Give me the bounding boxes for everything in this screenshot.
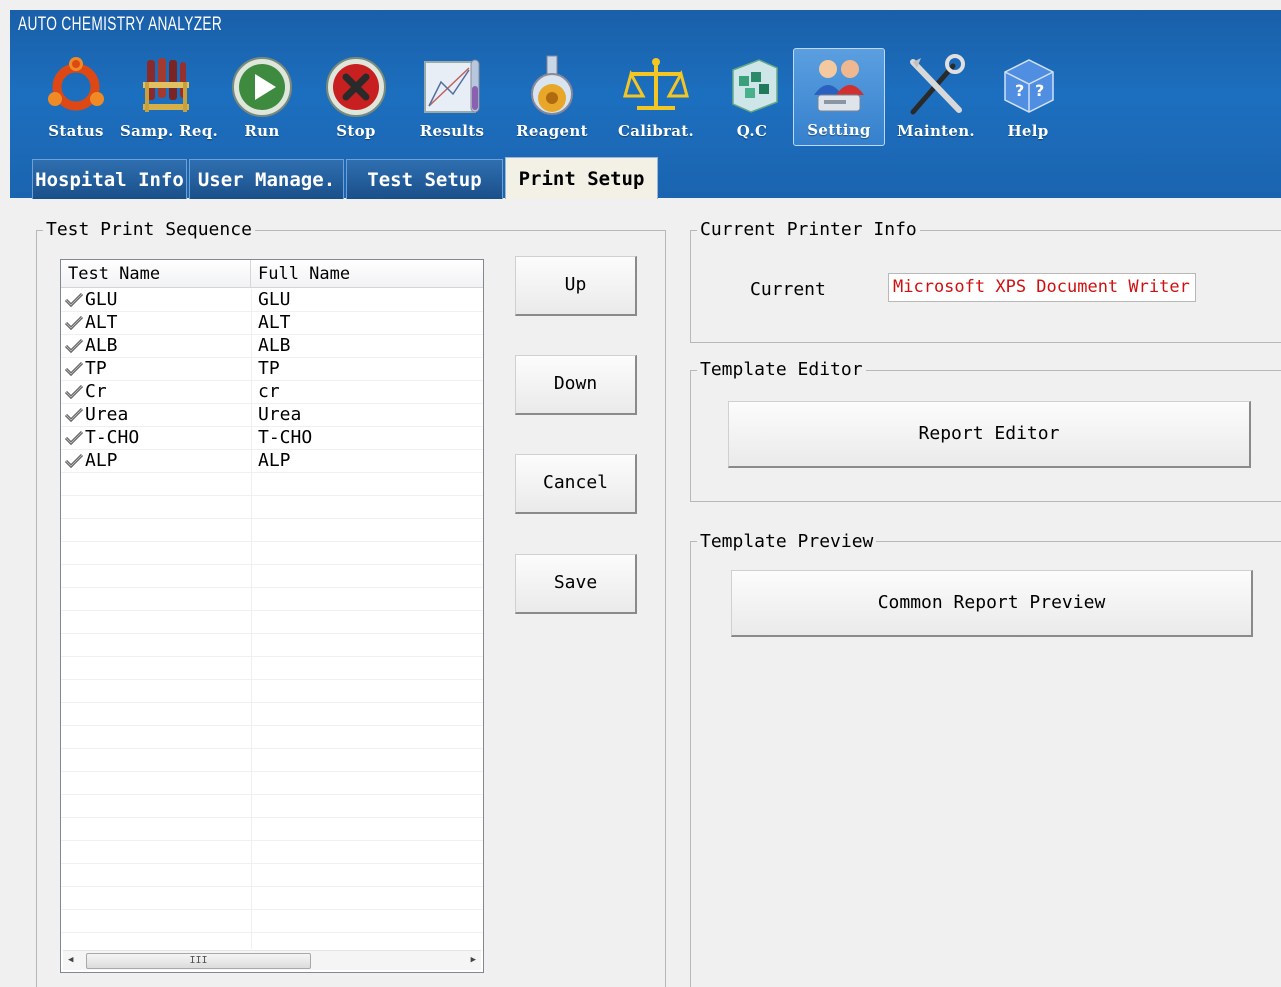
svg-text:?: ? bbox=[1035, 81, 1044, 100]
list-item[interactable]: Cr cr bbox=[61, 381, 483, 404]
list-item[interactable]: ALP ALP bbox=[61, 450, 483, 473]
full-name-cell: GLU bbox=[258, 289, 291, 310]
test-name-cell: GLU bbox=[85, 289, 118, 310]
checkmark-icon bbox=[64, 430, 84, 446]
printer-info-legend: Current Printer Info bbox=[697, 220, 920, 240]
checkmark-icon bbox=[64, 407, 84, 423]
column-header-test-name[interactable]: Test Name bbox=[68, 264, 160, 284]
toolbar-label: Status bbox=[48, 122, 104, 140]
toolbar-run-button[interactable]: Run bbox=[216, 48, 308, 146]
test-name-cell: TP bbox=[85, 358, 107, 379]
test-name-cell: ALT bbox=[85, 312, 118, 333]
full-name-cell: ALP bbox=[258, 450, 291, 471]
app-title: AUTO CHEMISTRY ANALYZER bbox=[18, 14, 223, 35]
test-name-cell: ALB bbox=[85, 335, 118, 356]
full-name-cell: Urea bbox=[258, 404, 302, 425]
full-name-cell: TP bbox=[258, 358, 280, 379]
play-icon bbox=[232, 57, 292, 117]
checkmark-icon bbox=[64, 384, 84, 400]
list-header: Test Name Full Name bbox=[61, 260, 483, 288]
toolbar-setting-button[interactable]: Setting bbox=[793, 48, 885, 146]
toolbar-label: Calibrat. bbox=[617, 122, 694, 140]
checkmark-icon bbox=[64, 315, 84, 331]
up-button[interactable]: Up bbox=[515, 256, 637, 316]
test-sequence-list[interactable]: Test Name Full Name GLU GLU ALT ALT ALB … bbox=[60, 259, 484, 973]
checkmark-icon bbox=[64, 453, 84, 469]
tab-hospital-info[interactable]: Hospital Info bbox=[32, 159, 187, 199]
scroll-left-arrow-icon[interactable]: ◀ bbox=[68, 955, 73, 965]
list-item[interactable]: T-CHO T-CHO bbox=[61, 427, 483, 450]
results-chart-icon bbox=[424, 59, 480, 113]
toolbar-status-button[interactable]: Status bbox=[30, 48, 122, 146]
list-item[interactable]: Urea Urea bbox=[61, 404, 483, 427]
list-item[interactable]: ALB ALB bbox=[61, 335, 483, 358]
flask-icon bbox=[531, 55, 573, 115]
list-item[interactable]: ALT ALT bbox=[61, 312, 483, 335]
test-name-cell: T-CHO bbox=[85, 427, 140, 448]
toolbar-stop-button[interactable]: Stop bbox=[310, 48, 402, 146]
test-tube-rack-icon bbox=[143, 58, 189, 112]
full-name-cell: ALT bbox=[258, 312, 291, 333]
tab-user-manage[interactable]: User Manage. bbox=[189, 159, 344, 199]
users-setting-icon bbox=[814, 60, 864, 112]
horizontal-scrollbar[interactable]: ◀ III ▶ bbox=[63, 950, 481, 970]
qc-cube-icon bbox=[732, 59, 778, 113]
full-name-cell: T-CHO bbox=[258, 427, 313, 448]
toolbar-samp-req-button[interactable]: Samp. Req. bbox=[120, 48, 219, 146]
test-name-cell: Urea bbox=[85, 404, 129, 425]
full-name-cell: ALB bbox=[258, 335, 291, 356]
app-header: AUTO CHEMISTRY ANALYZER Status Samp. Req… bbox=[10, 10, 1281, 199]
save-button[interactable]: Save bbox=[515, 554, 637, 614]
tab-test-setup[interactable]: Test Setup bbox=[346, 159, 503, 199]
checkmark-icon bbox=[64, 361, 84, 377]
current-printer-label: Current bbox=[750, 279, 826, 300]
test-name-cell: Cr bbox=[85, 381, 107, 402]
svg-text:?: ? bbox=[1015, 81, 1024, 100]
down-button[interactable]: Down bbox=[515, 355, 637, 415]
help-cube-icon: ? ? bbox=[1004, 59, 1054, 113]
common-report-preview-button[interactable]: Common Report Preview bbox=[731, 570, 1253, 637]
current-printer-field[interactable]: Microsoft XPS Document Writer bbox=[888, 273, 1196, 302]
test-name-cell: ALP bbox=[85, 450, 118, 471]
toolbar-qc-button[interactable]: Q.C bbox=[706, 48, 798, 146]
toolbar-label: Samp. Req. bbox=[120, 122, 219, 140]
ubuntu-ring-icon bbox=[48, 57, 104, 111]
main-toolbar: Status Samp. Req. Run Stop Results Reage… bbox=[10, 46, 1281, 150]
toolbar-calibrat-button[interactable]: Calibrat. bbox=[610, 48, 702, 146]
checkmark-icon bbox=[64, 338, 84, 354]
list-item[interactable]: TP TP bbox=[61, 358, 483, 381]
scroll-right-arrow-icon[interactable]: ▶ bbox=[471, 955, 476, 965]
toolbar-label: Help bbox=[1007, 122, 1049, 140]
list-item[interactable]: GLU GLU bbox=[61, 289, 483, 312]
toolbar-label: Stop bbox=[336, 122, 376, 140]
toolbar-label: Mainten. bbox=[897, 122, 975, 140]
toolbar-results-button[interactable]: Results bbox=[406, 48, 498, 146]
toolbar-label: Q.C bbox=[736, 122, 768, 140]
column-header-full-name[interactable]: Full Name bbox=[258, 264, 350, 284]
template-editor-legend: Template Editor bbox=[697, 360, 866, 380]
stop-icon bbox=[326, 57, 386, 117]
template-preview-legend: Template Preview bbox=[697, 532, 877, 552]
toolbar-label: Results bbox=[419, 122, 485, 140]
scroll-thumb[interactable]: III bbox=[86, 953, 311, 969]
test-print-sequence-legend: Test Print Sequence bbox=[43, 220, 255, 240]
list-rows: GLU GLU ALT ALT ALB ALB TP TP Cr cr Urea… bbox=[61, 289, 483, 933]
report-editor-button[interactable]: Report Editor bbox=[728, 401, 1251, 468]
toolbar-help-button[interactable]: ? ? Help bbox=[982, 48, 1074, 146]
cancel-button[interactable]: Cancel bbox=[515, 454, 637, 514]
toolbar-label: Setting bbox=[807, 121, 871, 139]
toolbar-label: Run bbox=[244, 122, 280, 140]
checkmark-icon bbox=[64, 292, 84, 308]
toolbar-mainten-button[interactable]: Mainten. bbox=[890, 48, 982, 146]
tab-print-setup[interactable]: Print Setup bbox=[505, 157, 658, 199]
balance-scale-icon bbox=[623, 58, 689, 110]
toolbar-label: Reagent bbox=[516, 122, 588, 140]
toolbar-reagent-button[interactable]: Reagent bbox=[506, 48, 598, 146]
full-name-cell: cr bbox=[258, 381, 280, 402]
tools-icon bbox=[910, 54, 965, 115]
